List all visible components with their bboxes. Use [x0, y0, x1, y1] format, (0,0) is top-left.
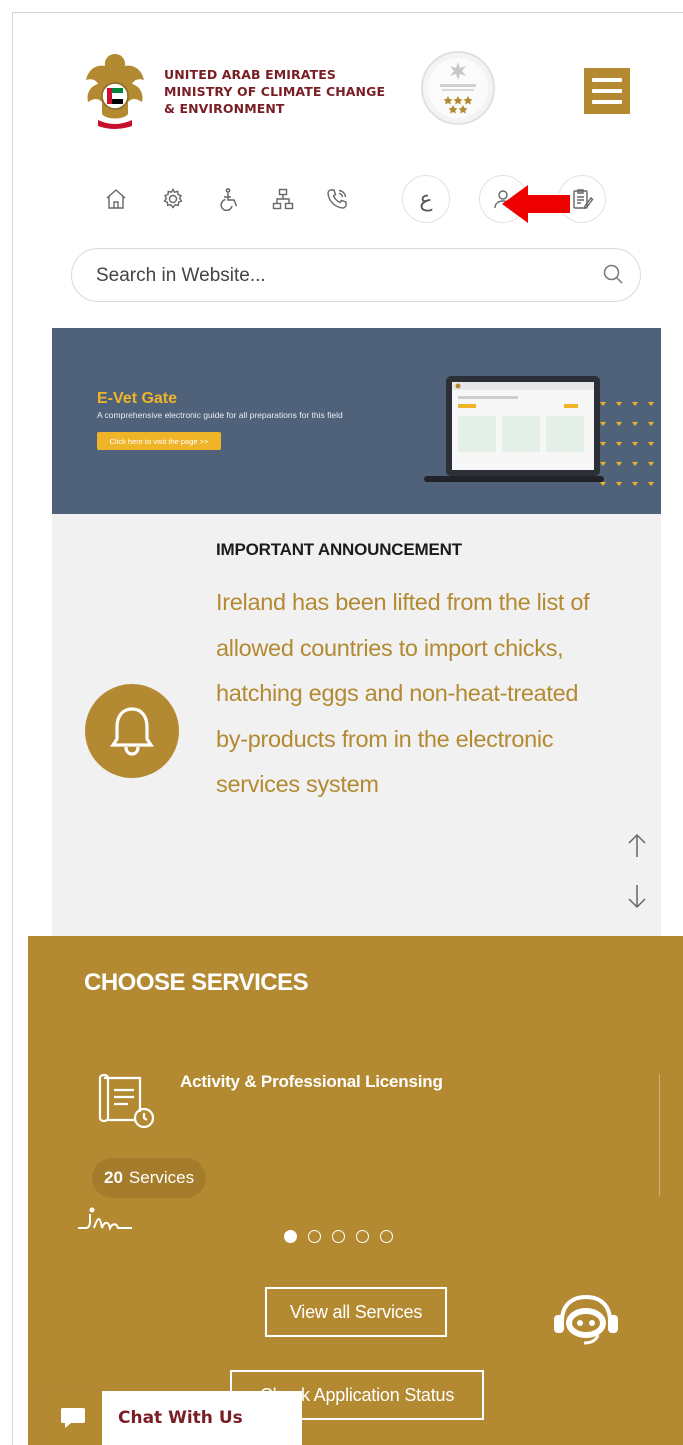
sitemap-icon[interactable]	[262, 178, 304, 220]
carousel-dot[interactable]	[284, 1230, 297, 1243]
chat-label: Chat With Us	[118, 1408, 243, 1428]
services-section: CHOOSE SERVICES Activity & Professional …	[28, 936, 683, 1445]
home-icon[interactable]	[95, 178, 137, 220]
carousel-dot[interactable]	[380, 1230, 393, 1243]
uae-emblem-logo[interactable]	[80, 48, 150, 132]
announcement-section: IMPORTANT ANNOUNCEMENT Ireland has been …	[52, 514, 661, 936]
search-bar[interactable]	[71, 248, 641, 302]
arrow-down-icon[interactable]	[626, 882, 648, 910]
ministry-line-2: MINISTRY OF CLIMATE CHANGE	[164, 84, 386, 99]
settings-icon[interactable]	[152, 178, 194, 220]
view-all-services-button[interactable]: View all Services	[265, 1287, 447, 1337]
ministry-line-1: UNITED ARAB EMIRATES	[164, 67, 336, 82]
service-card-title[interactable]: Activity & Professional Licensing	[180, 1072, 443, 1092]
search-icon[interactable]	[602, 263, 624, 285]
phone-icon[interactable]	[316, 178, 358, 220]
laptop-illustration	[424, 376, 604, 482]
arrow-up-icon[interactable]	[626, 832, 648, 860]
banner-visit-button[interactable]: Click here to visit the page >>	[97, 432, 221, 450]
carousel-dot[interactable]	[356, 1230, 369, 1243]
carousel-dot[interactable]	[308, 1230, 321, 1243]
banner-title: E-Vet Gate	[97, 390, 178, 407]
red-arrow-annotation	[502, 185, 570, 223]
services-count-number: 20	[104, 1168, 123, 1187]
arabic-letter: ع	[419, 186, 433, 212]
license-icon	[98, 1073, 155, 1129]
announcement-text[interactable]: Ireland has been lifted from the list of…	[216, 580, 616, 808]
banner-subtitle: A comprehensive electronic guide for all…	[97, 410, 343, 420]
menu-button[interactable]	[584, 68, 630, 114]
carousel-dot[interactable]	[332, 1230, 345, 1243]
services-count-badge: 20 Services	[92, 1158, 207, 1198]
ministry-line-3: & ENVIRONMENT	[164, 101, 285, 116]
signature-icon	[78, 1207, 132, 1231]
announcement-heading: IMPORTANT ANNOUNCEMENT	[216, 540, 462, 559]
bell-icon	[110, 707, 154, 756]
search-input[interactable]	[96, 263, 576, 289]
government-excellence-seal	[421, 51, 495, 125]
ministry-name: UNITED ARAB EMIRATES MINISTRY OF CLIMATE…	[164, 66, 385, 117]
e-vet-gate-banner[interactable]: E-Vet Gate A comprehensive electronic gu…	[52, 328, 661, 514]
carousel-pagination	[284, 1230, 393, 1243]
arabic-language-button[interactable]: ع	[402, 175, 450, 223]
chat-icon-box	[44, 1391, 102, 1445]
menu-bar	[592, 100, 622, 104]
accessibility-icon[interactable]	[208, 178, 250, 220]
services-count-label: Services	[128, 1168, 195, 1187]
menu-bar	[592, 78, 622, 82]
chatbot-icon[interactable]	[550, 1291, 622, 1347]
announcement-badge	[85, 684, 179, 778]
chat-bubble-icon	[61, 1408, 85, 1428]
services-title: CHOOSE SERVICES	[84, 969, 309, 996]
menu-bar	[592, 89, 622, 93]
decorative-triangles	[600, 402, 654, 486]
chat-widget[interactable]: Chat With Us	[44, 1391, 302, 1445]
card-divider	[659, 1074, 660, 1196]
